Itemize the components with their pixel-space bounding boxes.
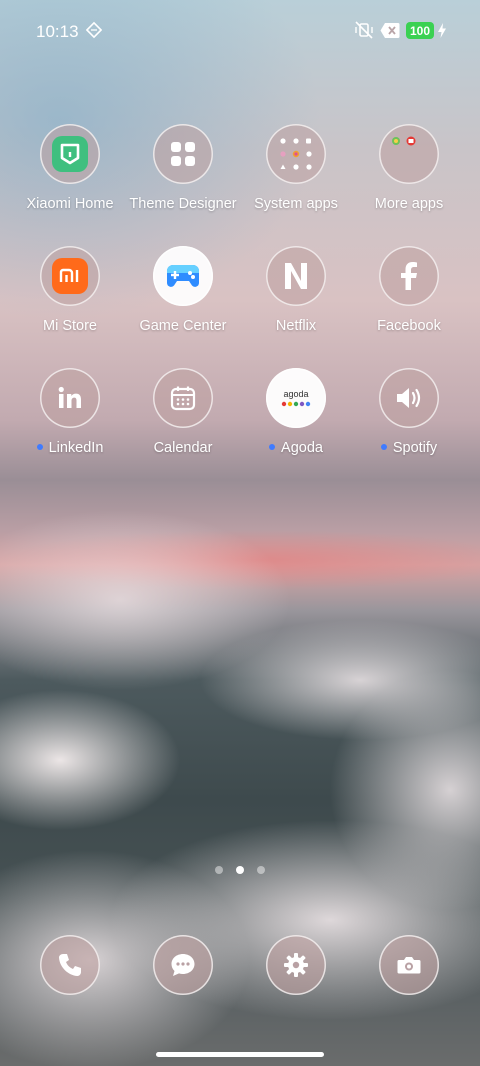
phone-icon <box>59 954 81 976</box>
xiaomi-home-icon <box>40 124 100 184</box>
app-label: Facebook <box>377 318 441 334</box>
page-indicator <box>0 866 480 876</box>
status-bar: 10:13 100 <box>0 0 480 62</box>
settings-diamond-icon <box>85 21 103 44</box>
mute-vibrate-icon <box>354 21 374 44</box>
camera-icon <box>397 957 421 974</box>
settings-icon <box>284 953 308 977</box>
folder-icon <box>266 124 326 184</box>
charging-bolt-icon <box>438 23 446 43</box>
new-install-dot <box>380 444 387 451</box>
page-dot-current[interactable] <box>236 866 244 874</box>
new-install-dot <box>36 444 43 451</box>
dock-messages-button[interactable] <box>153 935 213 995</box>
app-label: Spotify <box>343 440 475 456</box>
close-box-icon <box>380 22 400 44</box>
new-install-dot <box>269 444 276 451</box>
app-label-text: Agoda <box>281 440 323 456</box>
facebook-icon <box>379 246 439 306</box>
four-squares-icon <box>153 124 213 184</box>
messages-icon <box>171 954 195 976</box>
battery-indicator: 100 <box>406 22 434 39</box>
folder-icon <box>379 124 439 184</box>
clock: 10:13 <box>36 22 79 41</box>
home-gesture-bar[interactable] <box>156 1052 324 1057</box>
app-label-text: LinkedIn <box>48 440 104 456</box>
netflix-icon <box>266 246 326 306</box>
page-dot[interactable] <box>257 866 265 874</box>
gamepad-icon <box>153 246 213 306</box>
linkedin-icon <box>40 368 100 428</box>
calendar-icon <box>153 368 213 428</box>
agoda-logo-text: agoda <box>283 388 309 399</box>
page-dot[interactable] <box>215 866 223 874</box>
dock-phone-button[interactable] <box>40 935 100 995</box>
dock-camera-button[interactable] <box>379 935 439 995</box>
mi-store-icon <box>40 246 100 306</box>
app-label-text: Spotify <box>392 440 438 456</box>
dock-settings-button[interactable] <box>266 935 326 995</box>
app-label: More apps <box>374 196 444 212</box>
agoda-icon: agoda <box>266 368 326 428</box>
speaker-icon <box>379 368 439 428</box>
